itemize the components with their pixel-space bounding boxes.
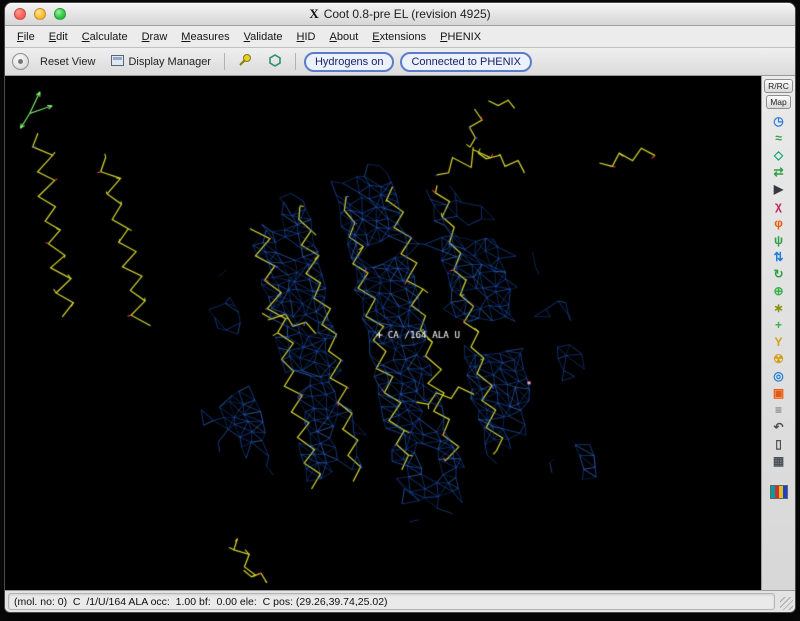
rigid-body-fit-icon[interactable]: ◇ xyxy=(770,148,788,163)
sidechain-180-flip-icon[interactable]: ↻ xyxy=(770,267,788,282)
torsion-general-icon[interactable]: ψ xyxy=(770,233,788,248)
menu-extensions[interactable]: Extensions xyxy=(365,29,433,45)
auto-fit-rotamer-icon[interactable]: ▶ xyxy=(770,182,788,197)
menu-edit[interactable]: Edit xyxy=(42,29,75,45)
x11-icon: X xyxy=(309,6,318,22)
toolbar-handle-button[interactable] xyxy=(12,53,29,70)
edit-chi-angles-icon[interactable]: φ xyxy=(770,216,788,231)
simple-mutate-icon[interactable]: ⊕ xyxy=(770,284,788,299)
toolbar-separator-2 xyxy=(295,53,296,70)
delete-item-icon[interactable]: ▯ xyxy=(770,437,788,452)
reset-view-button[interactable]: Reset View xyxy=(35,54,100,70)
undo-icon[interactable]: ↶ xyxy=(770,420,788,435)
main-area: R/RC Map ◷ ≈ ◇ ⇄ ▶ χ φ ψ ⇅ ↻ ⊕ ∗ + Y ☢ ◎… xyxy=(5,76,795,590)
go-to-ligand-icon xyxy=(268,53,282,70)
right-toolbar: R/RC Map ◷ ≈ ◇ ⇄ ▶ χ φ ψ ⇅ ↻ ⊕ ∗ + Y ☢ ◎… xyxy=(761,76,795,590)
atom-status-text: (mol. no: 0) C /1/U/164 ALA occ: 1.00 bf… xyxy=(9,596,388,608)
go-to-atom-icon xyxy=(238,53,252,70)
radioactive-icon[interactable]: ☢ xyxy=(770,352,788,367)
colour-scheme-icon[interactable] xyxy=(770,485,788,499)
centre-atom-icon[interactable]: ◎ xyxy=(770,369,788,384)
display-manager-icon xyxy=(111,55,124,69)
mutate-autofit-icon[interactable]: ∗ xyxy=(770,301,788,316)
toolbar-separator xyxy=(224,53,225,70)
menu-hid[interactable]: HID xyxy=(290,29,323,45)
molecular-viewport[interactable] xyxy=(5,76,761,590)
window-title-group: X Coot 0.8-pre EL (revision 4925) xyxy=(309,6,490,22)
flip-peptide-icon[interactable]: ⇅ xyxy=(770,250,788,265)
menu-calculate[interactable]: Calculate xyxy=(75,29,135,45)
go-to-atom-button[interactable] xyxy=(233,51,257,72)
titlebar[interactable]: X Coot 0.8-pre EL (revision 4925) xyxy=(5,3,795,26)
phenix-connection-button[interactable]: Connected to PHENIX xyxy=(400,52,531,72)
go-to-ligand-button[interactable] xyxy=(263,51,287,72)
model-fit-refine-icon-column: ◷ ≈ ◇ ⇄ ▶ χ φ ψ ⇅ ↻ ⊕ ∗ + Y ☢ ◎ ▣ ≡ ↶ ▯ xyxy=(770,114,788,499)
regularize-zone-icon[interactable]: ≈ xyxy=(770,131,788,146)
add-terminal-residue-icon[interactable]: + xyxy=(770,318,788,333)
rotamer-icon[interactable]: χ xyxy=(770,199,788,214)
traffic-lights xyxy=(14,8,66,20)
menubar: File Edit Calculate Draw Measures Valida… xyxy=(5,26,795,48)
add-atom-icon[interactable]: ▣ xyxy=(770,386,788,401)
statusbar: (mol. no: 0) C /1/U/164 ALA occ: 1.00 bf… xyxy=(5,590,795,612)
main-toolbar: Reset View Display Manager Hydrogens on … xyxy=(5,48,795,76)
display-manager-label: Display Manager xyxy=(128,56,211,68)
hydrogens-toggle-button[interactable]: Hydrogens on xyxy=(304,52,395,72)
minimize-button[interactable] xyxy=(34,8,46,20)
rotate-translate-icon[interactable]: ⇄ xyxy=(770,165,788,180)
close-button[interactable] xyxy=(14,8,26,20)
viewport-container xyxy=(5,76,761,590)
menu-file[interactable]: File xyxy=(10,29,42,45)
menu-measures[interactable]: Measures xyxy=(174,29,236,45)
refine-params-icon[interactable]: ▦ xyxy=(770,454,788,469)
map-toggle-button[interactable]: Map xyxy=(766,95,791,109)
resize-grip[interactable] xyxy=(780,597,793,610)
coot-window: X Coot 0.8-pre EL (revision 4925) File E… xyxy=(4,2,796,613)
menu-draw[interactable]: Draw xyxy=(135,29,175,45)
add-alt-conf-icon[interactable]: Y xyxy=(770,335,788,350)
reset-view-label: Reset View xyxy=(40,56,95,68)
display-manager-button[interactable]: Display Manager xyxy=(106,53,216,71)
menu-phenix[interactable]: PHENIX xyxy=(433,29,488,45)
r-rc-toggle-button[interactable]: R/RC xyxy=(764,79,793,93)
status-frame: (mol. no: 0) C /1/U/164 ALA occ: 1.00 bf… xyxy=(8,593,775,610)
menu-about[interactable]: About xyxy=(323,29,366,45)
residue-info-icon[interactable]: ≡ xyxy=(770,403,788,418)
zoom-button[interactable] xyxy=(54,8,66,20)
toolbar-handle-dot xyxy=(18,59,23,64)
real-space-refine-icon[interactable]: ◷ xyxy=(770,114,788,129)
menu-validate[interactable]: Validate xyxy=(237,29,290,45)
window-title: Coot 0.8-pre EL (revision 4925) xyxy=(324,7,491,21)
